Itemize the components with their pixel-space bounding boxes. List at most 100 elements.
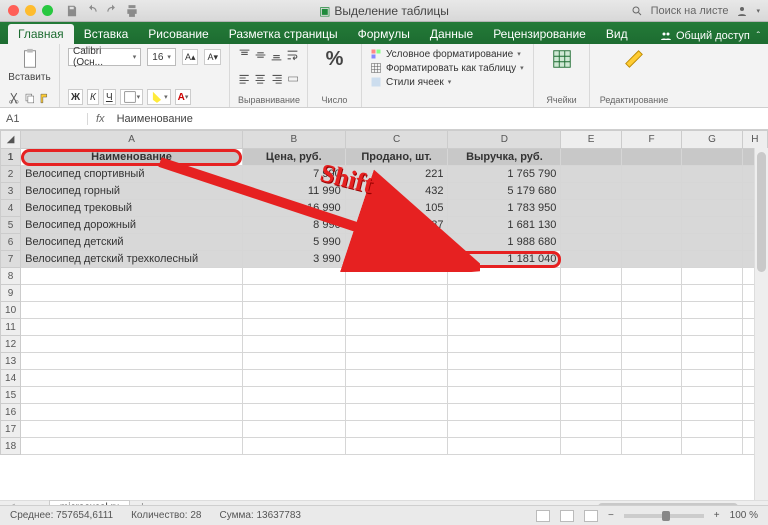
vertical-scroll-thumb[interactable] bbox=[757, 152, 766, 272]
cell[interactable] bbox=[621, 353, 681, 370]
cell[interactable] bbox=[561, 149, 621, 166]
cell[interactable] bbox=[242, 336, 345, 353]
paste-button[interactable]: Вставить bbox=[8, 48, 51, 83]
cell[interactable] bbox=[242, 370, 345, 387]
cell[interactable] bbox=[682, 149, 742, 166]
cell[interactable] bbox=[561, 268, 621, 285]
fx-icon[interactable]: fx bbox=[88, 113, 113, 125]
cell[interactable] bbox=[21, 336, 243, 353]
cell[interactable] bbox=[242, 387, 345, 404]
cell[interactable] bbox=[621, 285, 681, 302]
view-normal-icon[interactable] bbox=[536, 510, 550, 522]
cell[interactable] bbox=[621, 302, 681, 319]
name-box[interactable]: A1 bbox=[0, 113, 88, 125]
cell[interactable] bbox=[682, 217, 742, 234]
align-center-icon[interactable] bbox=[254, 72, 266, 86]
cell[interactable] bbox=[448, 404, 561, 421]
row-header[interactable]: 6 bbox=[1, 234, 21, 251]
zoom-in-button[interactable]: + bbox=[714, 510, 720, 521]
row-header[interactable]: 11 bbox=[1, 319, 21, 336]
cell[interactable]: Продано, шт. bbox=[345, 149, 448, 166]
row-header[interactable]: 5 bbox=[1, 217, 21, 234]
cell[interactable] bbox=[345, 302, 448, 319]
cell[interactable] bbox=[682, 370, 742, 387]
font-name-select[interactable]: Calibri (Осн...▾ bbox=[68, 48, 141, 66]
ribbon-tab-7[interactable]: Вид bbox=[596, 24, 638, 44]
column-header-F[interactable]: F bbox=[621, 131, 681, 149]
cell[interactable] bbox=[682, 319, 742, 336]
cell[interactable]: 11 990 bbox=[242, 183, 345, 200]
search-placeholder[interactable]: Поиск на листе bbox=[651, 5, 729, 17]
fill-color-icon[interactable]: ▾ bbox=[147, 89, 171, 105]
cell[interactable]: 332 bbox=[345, 234, 448, 251]
row-header[interactable]: 8 bbox=[1, 268, 21, 285]
cell[interactable] bbox=[345, 387, 448, 404]
cell[interactable] bbox=[345, 353, 448, 370]
row-header[interactable]: 4 bbox=[1, 200, 21, 217]
borders-icon[interactable]: ▾ bbox=[120, 89, 144, 105]
view-page-layout-icon[interactable] bbox=[560, 510, 574, 522]
cell[interactable] bbox=[561, 421, 621, 438]
cell[interactable] bbox=[242, 268, 345, 285]
search-icon[interactable] bbox=[631, 5, 643, 17]
cell[interactable]: Велосипед детский bbox=[21, 234, 243, 251]
font-color-icon[interactable]: A▾ bbox=[175, 89, 192, 105]
cell[interactable] bbox=[345, 285, 448, 302]
cell[interactable] bbox=[621, 404, 681, 421]
cell[interactable] bbox=[242, 404, 345, 421]
cell[interactable] bbox=[682, 166, 742, 183]
cell[interactable] bbox=[621, 234, 681, 251]
cell[interactable] bbox=[682, 421, 742, 438]
row-header[interactable]: 3 bbox=[1, 183, 21, 200]
cell[interactable] bbox=[621, 200, 681, 217]
row-header[interactable]: 9 bbox=[1, 285, 21, 302]
cell[interactable]: Велосипед спортивный bbox=[21, 166, 243, 183]
ribbon-tab-5[interactable]: Данные bbox=[420, 24, 483, 44]
cell[interactable] bbox=[621, 183, 681, 200]
cell[interactable] bbox=[345, 421, 448, 438]
cell[interactable]: 1 181 040 bbox=[448, 251, 561, 268]
vertical-scrollbar[interactable] bbox=[754, 148, 768, 500]
cell[interactable] bbox=[682, 251, 742, 268]
ribbon-tab-1[interactable]: Вставка bbox=[74, 24, 139, 44]
select-all-corner[interactable]: ◢ bbox=[1, 131, 21, 149]
column-header-D[interactable]: D bbox=[448, 131, 561, 149]
maximize-window-button[interactable] bbox=[42, 5, 53, 16]
cut-icon[interactable] bbox=[8, 91, 20, 105]
increase-font-icon[interactable]: A▴ bbox=[182, 49, 199, 65]
zoom-slider[interactable] bbox=[624, 514, 704, 518]
align-bottom-icon[interactable] bbox=[270, 48, 283, 62]
cell[interactable] bbox=[621, 149, 681, 166]
row-header[interactable]: 10 bbox=[1, 302, 21, 319]
cell[interactable] bbox=[682, 285, 742, 302]
row-header[interactable]: 7 bbox=[1, 251, 21, 268]
cell[interactable] bbox=[448, 370, 561, 387]
cell[interactable] bbox=[561, 438, 621, 455]
cell[interactable]: 5 179 680 bbox=[448, 183, 561, 200]
copy-icon[interactable] bbox=[24, 91, 36, 105]
cell[interactable]: 1 765 790 bbox=[448, 166, 561, 183]
cell[interactable] bbox=[682, 387, 742, 404]
cell[interactable]: Велосипед горный bbox=[21, 183, 243, 200]
share-button[interactable]: Общий доступ bbox=[676, 30, 750, 42]
cell[interactable] bbox=[682, 336, 742, 353]
cell[interactable]: 1 681 130 bbox=[448, 217, 561, 234]
cell[interactable]: Наименование bbox=[21, 149, 243, 166]
row-header[interactable]: 18 bbox=[1, 438, 21, 455]
cell[interactable] bbox=[621, 336, 681, 353]
cell[interactable] bbox=[21, 285, 243, 302]
cell[interactable] bbox=[448, 319, 561, 336]
column-header-B[interactable]: B bbox=[242, 131, 345, 149]
cell[interactable] bbox=[621, 217, 681, 234]
bold-button[interactable]: Ж bbox=[68, 89, 83, 105]
underline-button[interactable]: Ч bbox=[103, 89, 116, 105]
cell[interactable] bbox=[621, 166, 681, 183]
column-header-C[interactable]: C bbox=[345, 131, 448, 149]
cell[interactable] bbox=[448, 421, 561, 438]
format-painter-icon[interactable] bbox=[39, 91, 51, 105]
redo-icon[interactable] bbox=[105, 4, 119, 18]
cell[interactable] bbox=[345, 370, 448, 387]
cell[interactable] bbox=[561, 217, 621, 234]
row-header[interactable]: 16 bbox=[1, 404, 21, 421]
cell[interactable] bbox=[682, 353, 742, 370]
